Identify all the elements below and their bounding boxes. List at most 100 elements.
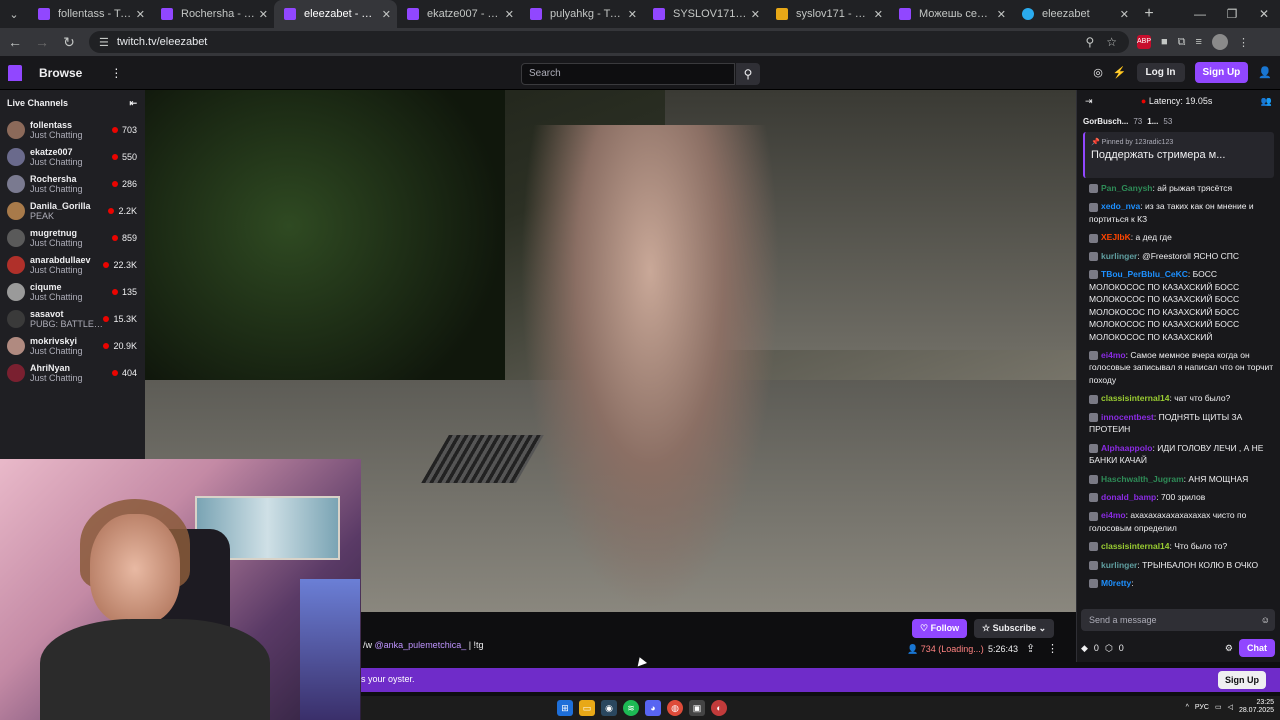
turbo-icon[interactable]: ⚡ bbox=[1113, 66, 1127, 79]
login-button[interactable]: Log In bbox=[1136, 63, 1185, 82]
more-options-icon[interactable]: ⋮ bbox=[1047, 642, 1058, 655]
browser-tab[interactable]: Можешь себе остан ✕ bbox=[889, 0, 1012, 28]
share-icon[interactable]: ⇪ bbox=[1026, 642, 1035, 655]
prime-icon[interactable]: ◎ bbox=[1093, 66, 1103, 79]
browser-tab[interactable]: syslov171 - MemeAl ✕ bbox=[766, 0, 889, 28]
close-tab-icon[interactable]: ✕ bbox=[751, 8, 760, 21]
tab-search-icon[interactable]: ⌄ bbox=[0, 8, 28, 21]
chat-username[interactable]: ei4mo bbox=[1101, 510, 1126, 520]
chat-input[interactable]: Send a message ☺ bbox=[1081, 609, 1275, 631]
network-icon[interactable]: ▭ bbox=[1215, 703, 1222, 711]
spotify-icon[interactable]: ≋ bbox=[623, 700, 639, 716]
sidebar-channel[interactable]: follentass Just Chatting 703 bbox=[0, 116, 145, 143]
close-tab-icon[interactable]: ✕ bbox=[259, 8, 268, 21]
close-tab-icon[interactable]: ✕ bbox=[382, 8, 391, 21]
app-icon[interactable]: ▣ bbox=[689, 700, 705, 716]
subscribe-button[interactable]: ☆ Subscribe ⌄ bbox=[974, 619, 1055, 638]
close-tab-icon[interactable]: ✕ bbox=[1120, 8, 1129, 21]
chat-username[interactable]: M0retty bbox=[1101, 578, 1131, 588]
language-indicator[interactable]: РУС bbox=[1195, 704, 1209, 711]
close-tab-icon[interactable]: ✕ bbox=[628, 8, 637, 21]
chat-username[interactable]: innocentbest bbox=[1101, 412, 1154, 422]
browser-menu-icon[interactable]: ⋮ bbox=[1238, 36, 1249, 49]
sidebar-channel[interactable]: sasavot PUBG: BATTLEG... 15.3K bbox=[0, 305, 145, 332]
discord-icon[interactable]: ◕ bbox=[645, 700, 661, 716]
search-icon[interactable]: ⚲ bbox=[736, 63, 760, 85]
sidebar-channel[interactable]: mugretnug Just Chatting 859 bbox=[0, 224, 145, 251]
minimize-icon[interactable]: — bbox=[1184, 0, 1216, 28]
browser-tab[interactable]: SYSLOV171 - Twitch ✕ bbox=[643, 0, 766, 28]
close-window-icon[interactable]: ✕ bbox=[1248, 0, 1280, 28]
chat-username[interactable]: Pan_Ganysh bbox=[1101, 183, 1153, 193]
collapse-chat-icon[interactable]: ⇥ bbox=[1085, 96, 1093, 107]
points-icon[interactable]: ⬡ bbox=[1105, 643, 1113, 654]
chat-username[interactable]: kurlinger bbox=[1101, 560, 1137, 570]
browse-link[interactable]: Browse bbox=[39, 66, 82, 80]
chat-username[interactable]: classisinternal14 bbox=[1101, 541, 1170, 551]
close-tab-icon[interactable]: ✕ bbox=[136, 8, 145, 21]
search-input[interactable]: Search bbox=[521, 63, 735, 85]
chat-username[interactable]: xedo_nva bbox=[1101, 201, 1140, 211]
back-icon[interactable]: ← bbox=[3, 34, 27, 50]
browser-tab[interactable]: follentass - Twitch ✕ bbox=[28, 0, 151, 28]
more-menu-icon[interactable]: ⋮ bbox=[110, 66, 122, 80]
chat-username[interactable]: XEJIbK bbox=[1101, 232, 1131, 242]
steam-icon[interactable]: ◉ bbox=[601, 700, 617, 716]
twitch-logo-icon[interactable] bbox=[8, 64, 22, 81]
sidebar-channel[interactable]: mokrivskyi Just Chatting 20.9K bbox=[0, 332, 145, 359]
browser-tab[interactable]: Rochersha - Twitch ✕ bbox=[151, 0, 274, 28]
browser-tab[interactable]: eleezabet - Twitch ✕ bbox=[274, 0, 397, 28]
sidebar-channel[interactable]: ekatze007 Just Chatting 550 bbox=[0, 143, 145, 170]
close-tab-icon[interactable]: ✕ bbox=[997, 8, 1006, 21]
pinned-message[interactable]: 📌 Pinned by 123radic123 Поддержать стрим… bbox=[1083, 132, 1274, 178]
user-icon[interactable]: 👤 bbox=[1258, 66, 1272, 79]
extension-icon[interactable]: ■ bbox=[1161, 36, 1168, 48]
stream-title-mention[interactable]: @anka_pulemetchica_ bbox=[375, 640, 467, 650]
chat-username[interactable]: ei4mo bbox=[1101, 350, 1126, 360]
adblock-icon[interactable]: ABP bbox=[1137, 35, 1151, 49]
media-app-icon[interactable]: ◐ bbox=[711, 700, 727, 716]
chat-username[interactable]: kurlinger bbox=[1101, 251, 1137, 261]
top-user[interactable]: GorBusch... bbox=[1083, 117, 1128, 126]
maximize-icon[interactable]: ❐ bbox=[1216, 0, 1248, 28]
media-control-icon[interactable]: ≡ bbox=[1196, 36, 1202, 48]
profile-avatar[interactable] bbox=[1211, 34, 1228, 50]
chat-username[interactable]: TBou_PerBblu_CeKC bbox=[1101, 269, 1188, 279]
site-info-icon[interactable]: ☰ bbox=[99, 36, 109, 49]
url-field[interactable]: ☰ twitch.tv/eleezabet ⚲ ☆ bbox=[89, 31, 1129, 53]
follow-button[interactable]: ♡ Follow bbox=[912, 619, 968, 638]
bookmark-star-icon[interactable]: ☆ bbox=[1106, 35, 1117, 49]
chat-username[interactable]: Alphaappolo bbox=[1101, 443, 1152, 453]
collapse-sidebar-icon[interactable]: ⇤ bbox=[129, 98, 137, 109]
extensions-puzzle-icon[interactable]: ⧉ bbox=[1178, 36, 1186, 49]
chat-username[interactable]: donald_bamp bbox=[1101, 492, 1156, 502]
sidebar-channel[interactable]: Danila_Gorilla PEAK 2.2K bbox=[0, 197, 145, 224]
chrome-icon[interactable]: ◍ bbox=[667, 700, 683, 716]
tray-chevron-icon[interactable]: ^ bbox=[1186, 704, 1189, 711]
browser-tab[interactable]: pulyahkg - Twitch ✕ bbox=[520, 0, 643, 28]
volume-icon[interactable]: ◁ bbox=[1228, 703, 1233, 711]
close-tab-icon[interactable]: ✕ bbox=[505, 8, 514, 21]
windows-start-icon[interactable]: ⊞ bbox=[557, 700, 573, 716]
close-tab-icon[interactable]: ✕ bbox=[874, 8, 883, 21]
file-explorer-icon[interactable]: ▭ bbox=[579, 700, 595, 716]
signup-button[interactable]: Sign Up bbox=[1194, 62, 1249, 83]
chat-send-button[interactable]: Chat bbox=[1239, 639, 1275, 657]
community-icon[interactable]: 👥 bbox=[1261, 96, 1272, 107]
sidebar-channel[interactable]: Rochersha Just Chatting 286 bbox=[0, 170, 145, 197]
banner-signup-button[interactable]: Sign Up bbox=[1218, 671, 1266, 689]
chat-username[interactable]: Haschwalth_Jugram bbox=[1101, 474, 1184, 484]
forward-icon[interactable]: → bbox=[30, 34, 54, 50]
top-user-2[interactable]: 1... bbox=[1147, 117, 1158, 126]
new-tab-button[interactable]: + bbox=[1135, 5, 1163, 23]
zoom-icon[interactable]: ⚲ bbox=[1085, 35, 1094, 49]
chat-settings-icon[interactable]: ⚙ bbox=[1225, 643, 1233, 654]
sidebar-channel[interactable]: AhriNyan Just Chatting 404 bbox=[0, 359, 145, 386]
sidebar-channel[interactable]: ciqume Just Chatting 135 bbox=[0, 278, 145, 305]
emote-picker-icon[interactable]: ☺ bbox=[1261, 609, 1270, 631]
chat-username[interactable]: classisinternal14 bbox=[1101, 393, 1170, 403]
bits-icon[interactable]: ◆ bbox=[1081, 643, 1088, 654]
browser-tab[interactable]: eleezabet ✕ bbox=[1012, 0, 1135, 28]
browser-tab[interactable]: ekatze007 - Twitch ✕ bbox=[397, 0, 520, 28]
reload-icon[interactable]: ↻ bbox=[57, 34, 81, 51]
